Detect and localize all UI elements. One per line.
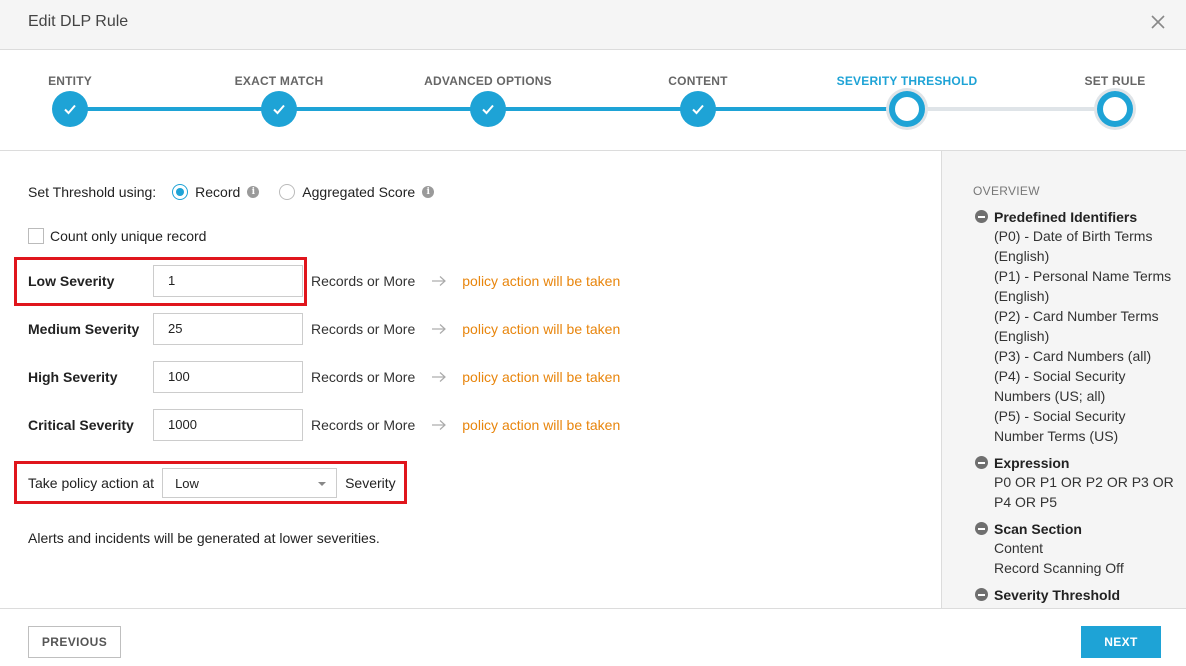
- high-severity-row: High Severity 100 Records or More policy…: [28, 361, 620, 393]
- threshold-mode: Set Threshold using: Record i Aggregated…: [28, 184, 435, 200]
- close-icon[interactable]: [1148, 12, 1168, 32]
- severity-note: Alerts and incidents will be generated a…: [28, 530, 380, 546]
- check-icon: [273, 104, 285, 115]
- check-icon: [482, 104, 494, 115]
- step-entity[interactable]: ENTITY: [0, 50, 150, 127]
- step-done-marker: [680, 91, 716, 127]
- severity-action: policy action will be taken: [462, 273, 621, 289]
- step-done-marker: [52, 91, 88, 127]
- collapse-icon[interactable]: [975, 522, 988, 535]
- severity-suffix: Records or More: [311, 369, 416, 385]
- next-button[interactable]: NEXT: [1081, 626, 1161, 658]
- overview-item: P0 OR P1 OR P2 OR P3 OR P4 OR P5: [994, 474, 1174, 510]
- aggregated-score-radio[interactable]: [279, 184, 296, 200]
- aggregated-score-radio-label[interactable]: Aggregated Score: [302, 184, 415, 200]
- policy-action-row: Take policy action at Low Severity: [28, 467, 396, 499]
- overview-section-scan: Scan Section Content Record Scanning Off: [975, 520, 1175, 578]
- dialog-title: Edit DLP Rule: [28, 13, 129, 30]
- collapse-icon[interactable]: [975, 456, 988, 469]
- record-radio[interactable]: [172, 184, 189, 200]
- step-label: EXACT MATCH: [234, 74, 324, 88]
- overview-item: Content: [994, 540, 1044, 556]
- chevron-down-icon: [318, 482, 327, 486]
- overview-section-expression: Expression P0 OR P1 OR P2 OR P3 OR P4 OR…: [975, 454, 1175, 512]
- policy-severity-select[interactable]: Low: [162, 468, 338, 498]
- severity-name: Low Severity: [28, 273, 115, 289]
- wizard-stepper: ENTITY EXACT MATCH ADVANCED OPTIONS CONT…: [0, 50, 1186, 151]
- record-radio-label[interactable]: Record: [195, 184, 240, 200]
- step-done-marker: [261, 91, 297, 127]
- stepper-track-todo: [907, 107, 1115, 111]
- arrow-right-icon: [432, 372, 447, 382]
- overview-item: (P1) - Personal Name Terms (English): [994, 268, 1172, 304]
- step-current-marker: [889, 91, 925, 127]
- unique-record-option[interactable]: Count only unique record: [28, 228, 206, 244]
- overview-title: OVERVIEW: [973, 184, 1040, 198]
- severity-action: policy action will be taken: [462, 369, 621, 385]
- overview-heading: Severity Threshold: [994, 587, 1121, 603]
- arrow-right-icon: [432, 420, 447, 430]
- policy-severity-value: Low: [175, 476, 199, 491]
- critical-severity-input[interactable]: 1000: [153, 409, 303, 441]
- step-content[interactable]: CONTENT: [618, 50, 778, 127]
- overview-panel: OVERVIEW Predefined Identifiers (P0) - D…: [941, 151, 1186, 608]
- threshold-label: Set Threshold using:: [28, 184, 157, 200]
- severity-suffix: Records or More: [311, 321, 416, 337]
- overview-sections: Predefined Identifiers (P0) - Date of Bi…: [975, 208, 1175, 608]
- step-pending-marker: [1097, 91, 1133, 127]
- severity-threshold-form: Set Threshold using: Record i Aggregated…: [0, 151, 941, 608]
- overview-item: (P0) - Date of Birth Terms (English): [994, 228, 1153, 264]
- unique-record-label[interactable]: Count only unique record: [50, 228, 206, 244]
- overview-section-identifiers: Predefined Identifiers (P0) - Date of Bi…: [975, 208, 1175, 446]
- collapse-icon[interactable]: [975, 588, 988, 601]
- step-severity-threshold[interactable]: SEVERITY THRESHOLD: [827, 50, 987, 127]
- check-icon: [64, 104, 76, 115]
- high-severity-input[interactable]: 100: [153, 361, 303, 393]
- overview-item: Record Scanning Off: [994, 560, 1124, 576]
- step-label: CONTENT: [668, 74, 728, 88]
- unique-record-checkbox[interactable]: [28, 228, 44, 244]
- step-advanced-options[interactable]: ADVANCED OPTIONS: [408, 50, 568, 127]
- dialog-header: Edit DLP Rule: [0, 0, 1186, 50]
- arrow-right-icon: [432, 276, 447, 286]
- medium-severity-row: Medium Severity 25 Records or More polic…: [28, 313, 620, 345]
- overview-heading: Expression: [994, 455, 1070, 471]
- severity-action: policy action will be taken: [462, 321, 621, 337]
- severity-suffix: Records or More: [311, 273, 416, 289]
- low-severity-row: Low Severity 1 Records or More policy ac…: [28, 265, 620, 297]
- low-severity-input[interactable]: 1: [153, 265, 303, 297]
- severity-name: Medium Severity: [28, 321, 140, 337]
- overview-heading: Scan Section: [994, 521, 1082, 537]
- info-icon[interactable]: i: [422, 186, 435, 198]
- check-icon: [692, 104, 704, 115]
- step-label: SEVERITY THRESHOLD: [836, 74, 978, 88]
- policy-prefix: Take policy action at: [28, 475, 155, 491]
- severity-action: policy action will be taken: [462, 417, 621, 433]
- overview-item: (P4) - Social Security Numbers (US; all): [994, 368, 1126, 404]
- step-done-marker: [470, 91, 506, 127]
- step-label: SET RULE: [1084, 74, 1146, 88]
- overview-item: (P5) - Social Security Number Terms (US): [994, 408, 1126, 444]
- policy-suffix: Severity: [345, 475, 396, 491]
- overview-item: (P2) - Card Number Terms (English): [994, 308, 1159, 344]
- step-label: ENTITY: [48, 74, 92, 88]
- overview-item: (P3) - Card Numbers (all): [994, 348, 1152, 364]
- step-label: ADVANCED OPTIONS: [424, 74, 552, 88]
- previous-button[interactable]: PREVIOUS: [28, 626, 121, 658]
- severity-name: High Severity: [28, 369, 118, 385]
- step-set-rule[interactable]: SET RULE: [1035, 50, 1186, 127]
- arrow-right-icon: [432, 324, 447, 334]
- step-exact-match[interactable]: EXACT MATCH: [199, 50, 359, 127]
- dialog-footer: PREVIOUS NEXT: [0, 608, 1186, 666]
- medium-severity-input[interactable]: 25: [153, 313, 303, 345]
- critical-severity-row: Critical Severity 1000 Records or More p…: [28, 409, 620, 441]
- info-icon[interactable]: i: [247, 186, 260, 198]
- overview-section-severity: Severity Threshold: [975, 586, 1175, 604]
- severity-name: Critical Severity: [28, 417, 134, 433]
- collapse-icon[interactable]: [975, 210, 988, 223]
- overview-heading: Predefined Identifiers: [994, 209, 1138, 225]
- severity-suffix: Records or More: [311, 417, 416, 433]
